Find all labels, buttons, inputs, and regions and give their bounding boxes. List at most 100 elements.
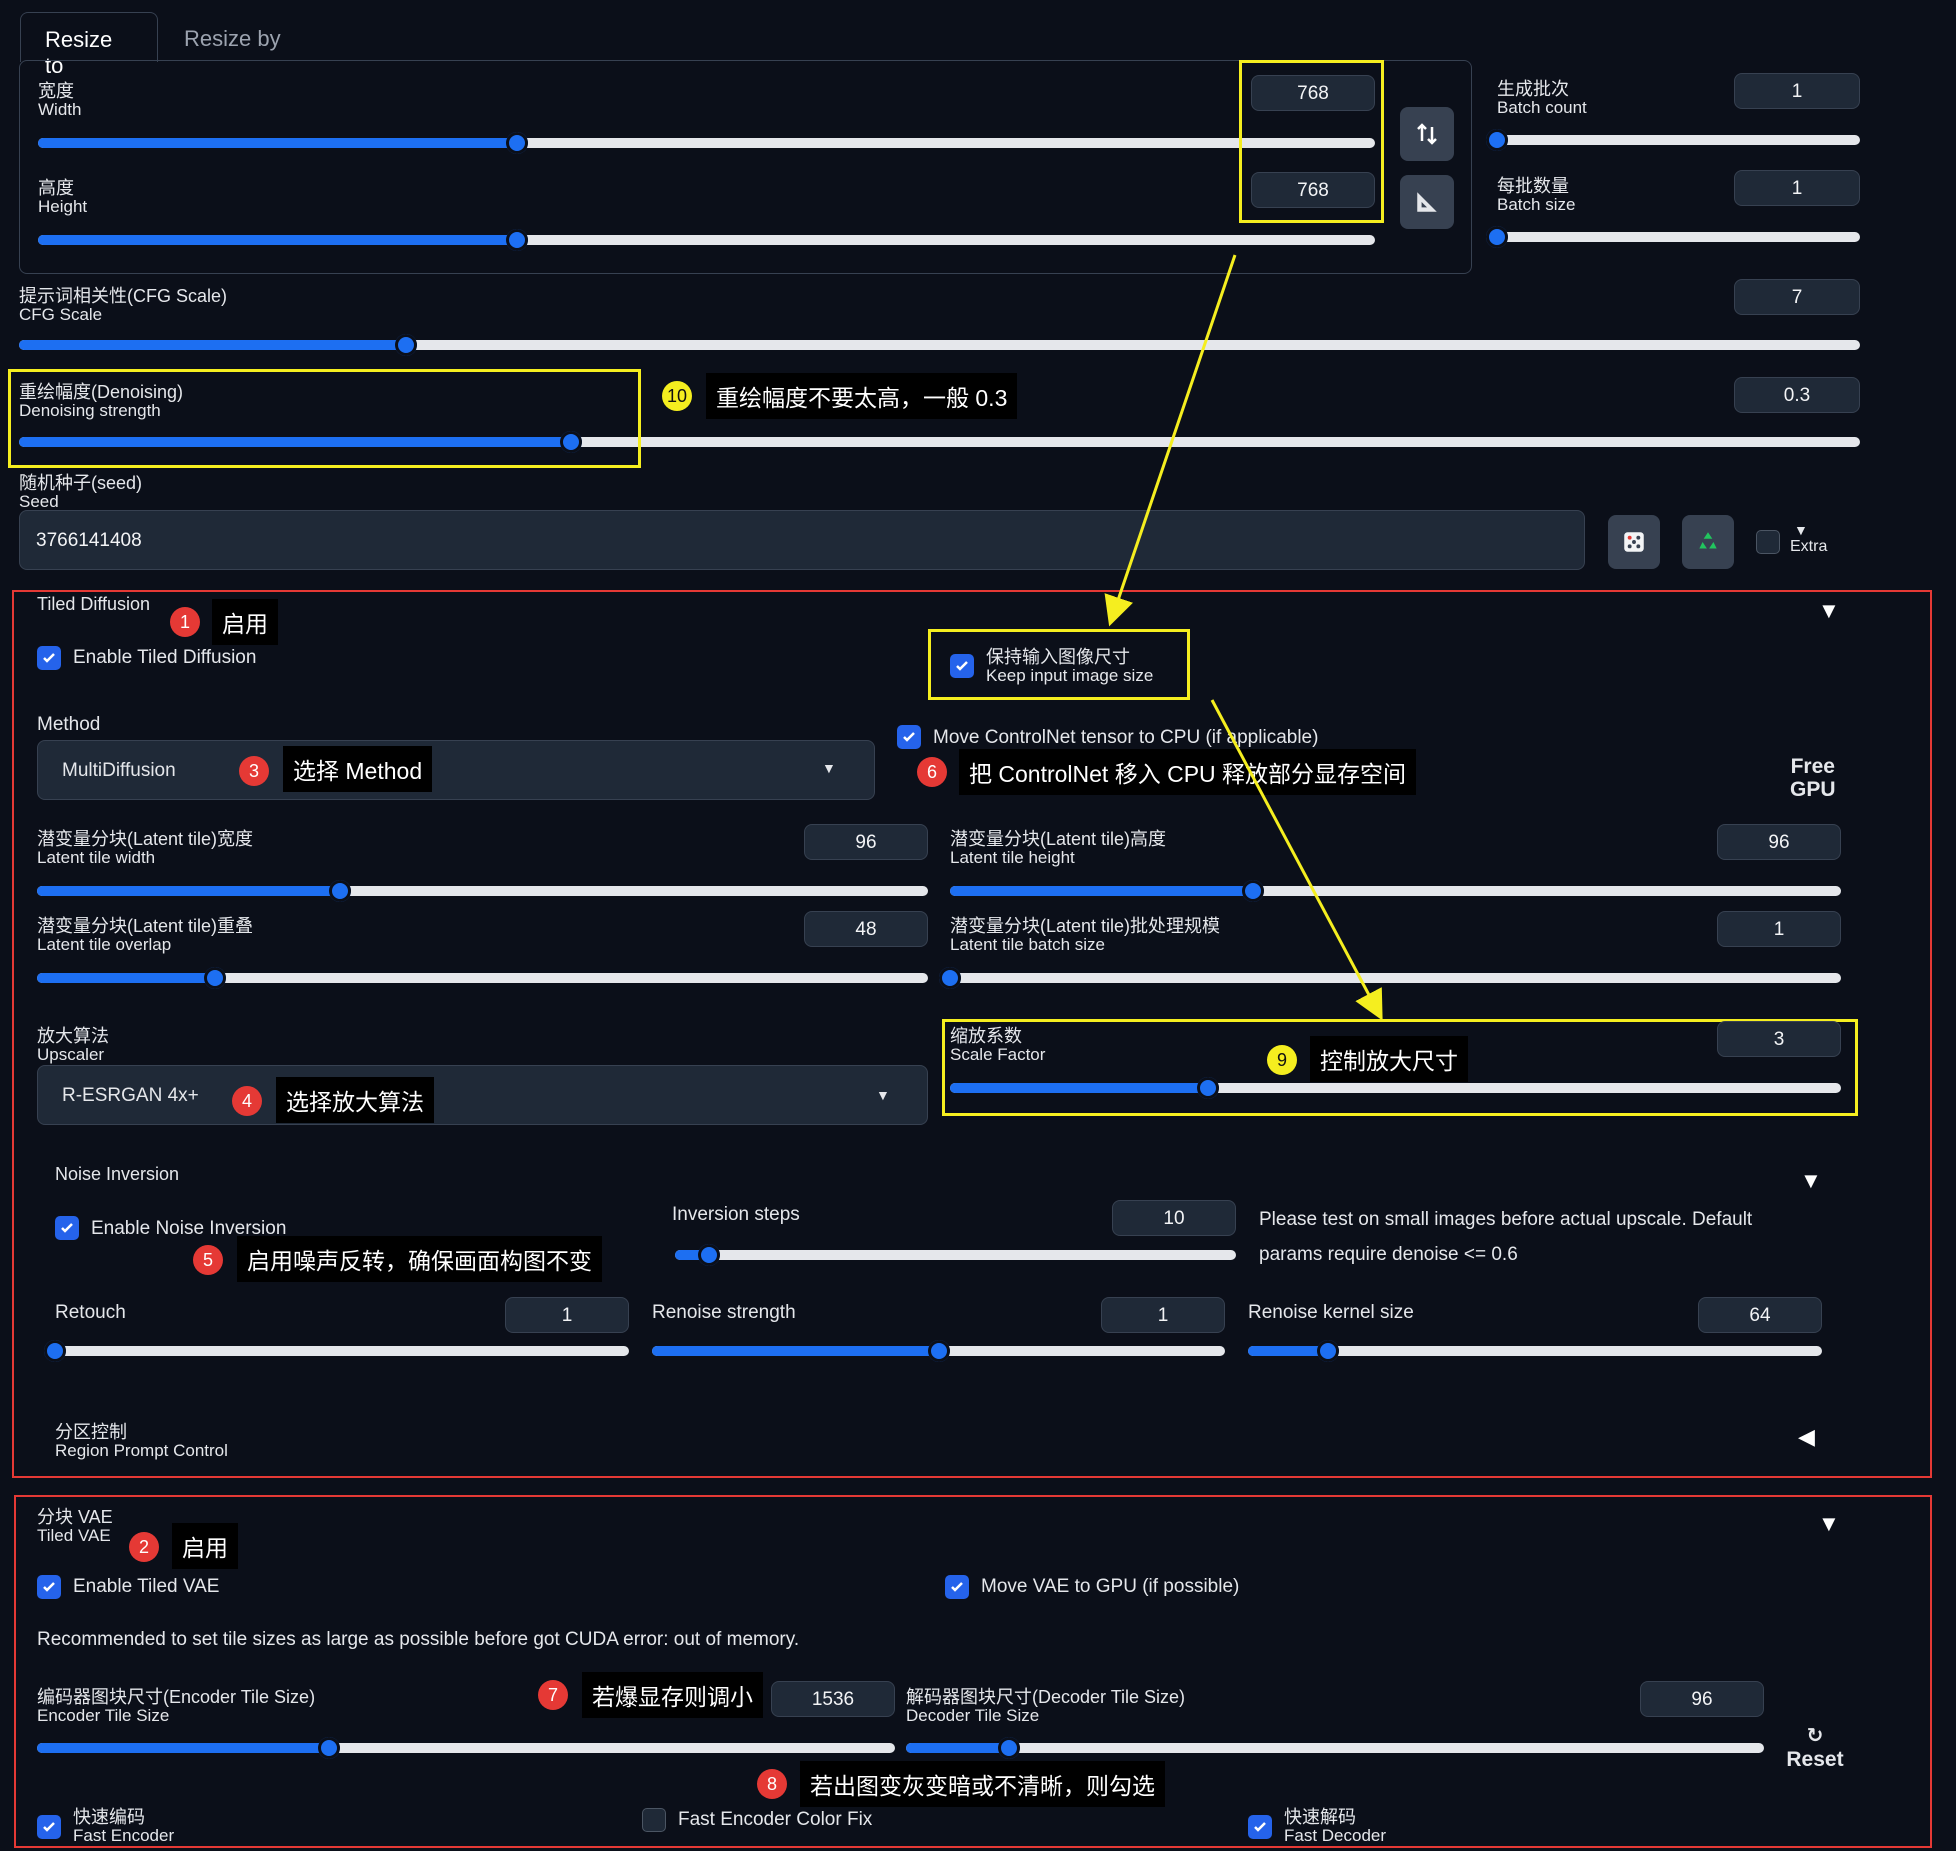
height-slider[interactable]: [38, 229, 1375, 251]
swap-icon[interactable]: [1400, 107, 1454, 161]
tile-overlap-input[interactable]: 48: [804, 911, 928, 947]
retouch-input[interactable]: 1: [505, 1297, 629, 1333]
noise-inversion-title[interactable]: Noise Inversion: [55, 1164, 179, 1185]
slider-thumb[interactable]: [1241, 880, 1264, 902]
keep-size-label: 保持输入图像尺寸 Keep input image size: [986, 647, 1154, 685]
keep-size-checkbox[interactable]: [950, 654, 974, 678]
decoder-tile-slider[interactable]: [906, 1737, 1764, 1759]
width-slider[interactable]: [38, 132, 1375, 154]
ruler-icon[interactable]: [1400, 175, 1454, 229]
batch-count-input[interactable]: 1: [1734, 73, 1860, 109]
tile-batch-input[interactable]: 1: [1717, 911, 1841, 947]
slider-thumb[interactable]: [505, 229, 528, 251]
enable-noise-inversion-checkbox[interactable]: [55, 1216, 79, 1240]
tab-resize-to[interactable]: Resize to: [20, 12, 158, 78]
recycle-icon[interactable]: [1682, 515, 1734, 569]
tiled-vae-title[interactable]: 分块 VAE Tiled VAE: [37, 1508, 113, 1545]
renoise-strength-slider[interactable]: [652, 1340, 1225, 1362]
tile-overlap-label: 潜变量分块(Latent tile)重叠 Latent tile overlap: [37, 916, 254, 954]
slider-thumb[interactable]: [927, 1340, 950, 1362]
inversion-note: Please test on small images before actua…: [1259, 1209, 1753, 1265]
renoise-kernel-input[interactable]: 64: [1698, 1297, 1822, 1333]
tile-width-label: 潜变量分块(Latent tile)宽度 Latent tile width: [37, 829, 254, 867]
tile-height-input[interactable]: 96: [1717, 824, 1841, 860]
renoise-strength-input[interactable]: 1: [1101, 1297, 1225, 1333]
annotation-badge: 1: [170, 607, 200, 637]
slider-thumb[interactable]: [697, 1244, 720, 1266]
slider-thumb[interactable]: [997, 1737, 1020, 1759]
dice-icon[interactable]: [1608, 515, 1660, 569]
decoder-tile-input[interactable]: 96: [1640, 1681, 1764, 1717]
move-vae-gpu-checkbox[interactable]: [945, 1575, 969, 1599]
tile-height-label: 潜变量分块(Latent tile)高度 Latent tile height: [950, 829, 1167, 867]
reset-button[interactable]: ↻ Reset: [1786, 1723, 1844, 1772]
extra-checkbox[interactable]: [1756, 530, 1780, 554]
scale-label: 缩放系数 Scale Factor: [950, 1026, 1046, 1064]
enable-tiled-vae-label: Enable Tiled VAE: [73, 1576, 220, 1597]
batch-count-slider[interactable]: [1486, 129, 1860, 151]
encoder-tile-slider[interactable]: [37, 1737, 895, 1759]
slider-thumb[interactable]: [328, 880, 351, 902]
tile-width-input[interactable]: 96: [804, 824, 928, 860]
tab-label: Resize by: [184, 26, 281, 51]
inversion-steps-slider[interactable]: [675, 1244, 1236, 1266]
scale-input[interactable]: 3: [1717, 1021, 1841, 1057]
slider-fill: [950, 886, 1253, 896]
slider-thumb[interactable]: [394, 334, 417, 356]
chevron-down-icon: ▼: [876, 1087, 890, 1103]
slider-thumb[interactable]: [1486, 226, 1508, 248]
batch-size-slider[interactable]: [1486, 226, 1860, 248]
cfg-slider[interactable]: [19, 334, 1860, 356]
annotation-note: 若爆显存则调小: [582, 1672, 763, 1718]
slider-thumb[interactable]: [317, 1737, 340, 1759]
annotation-badge: 7: [538, 1680, 568, 1710]
expand-icon[interactable]: ◀: [1798, 1424, 1815, 1450]
seed-input[interactable]: 3766141408: [19, 510, 1585, 570]
free-gpu-button[interactable]: Free GPU: [1790, 755, 1836, 801]
tile-batch-label: 潜变量分块(Latent tile)批处理规模 Latent tile batch…: [950, 916, 1221, 954]
retouch-slider[interactable]: [44, 1340, 629, 1362]
slider-thumb[interactable]: [1486, 129, 1508, 151]
enable-tiled-vae-checkbox[interactable]: [37, 1575, 61, 1599]
collapse-icon[interactable]: ▼: [1818, 1511, 1840, 1537]
collapse-icon[interactable]: ▼: [1800, 1168, 1822, 1194]
tile-batch-slider[interactable]: [939, 967, 1841, 989]
inversion-steps-input[interactable]: 10: [1112, 1200, 1236, 1236]
cfg-label: 提示词相关性(CFG Scale) CFG Scale: [19, 286, 228, 324]
collapse-icon[interactable]: ▼: [1818, 598, 1840, 624]
annotation-note: 启用: [172, 1523, 238, 1569]
region-control-title[interactable]: 分区控制 Region Prompt Control: [55, 1423, 228, 1460]
cfg-input[interactable]: 7: [1734, 279, 1860, 315]
slider-thumb[interactable]: [505, 132, 528, 154]
annotation-badge: 3: [239, 756, 269, 786]
denoise-input[interactable]: 0.3: [1734, 377, 1860, 413]
move-controlnet-checkbox[interactable]: [897, 725, 921, 749]
slider-fill: [950, 1083, 1209, 1093]
renoise-kernel-label: Renoise kernel size: [1248, 1302, 1414, 1323]
highlight-box: [8, 369, 641, 468]
scale-slider[interactable]: [950, 1077, 1841, 1099]
slider-fill: [906, 1743, 1009, 1753]
tab-resize-by[interactable]: Resize by: [160, 12, 305, 66]
method-label: Method: [37, 714, 101, 735]
reset-icon: ↻: [1806, 1725, 1824, 1747]
batch-size-input[interactable]: 1: [1734, 170, 1860, 206]
slider-thumb[interactable]: [939, 967, 961, 989]
renoise-kernel-slider[interactable]: [1248, 1340, 1822, 1362]
slider-thumb[interactable]: [44, 1340, 66, 1362]
chevron-down-icon: ▼: [822, 760, 836, 776]
fast-decoder-checkbox[interactable]: [1248, 1815, 1272, 1839]
enable-tiled-diffusion-checkbox[interactable]: [37, 646, 61, 670]
tile-overlap-slider[interactable]: [37, 967, 928, 989]
encoder-tile-input[interactable]: 1536: [771, 1681, 895, 1717]
batch-count-label: 生成批次 Batch count: [1497, 79, 1587, 117]
fast-encoder-checkbox[interactable]: [37, 1815, 61, 1839]
color-fix-checkbox[interactable]: [642, 1808, 666, 1832]
slider-fill: [37, 886, 340, 896]
tile-height-slider[interactable]: [950, 880, 1841, 902]
tiled-diffusion-title[interactable]: Tiled Diffusion: [37, 594, 150, 615]
annotation-badge: 9: [1267, 1045, 1297, 1075]
annotation-note: 启用噪声反转，确保画面构图不变: [237, 1236, 602, 1282]
tile-width-slider[interactable]: [37, 880, 928, 902]
extra-toggle[interactable]: ▼ Extra: [1790, 522, 1827, 556]
